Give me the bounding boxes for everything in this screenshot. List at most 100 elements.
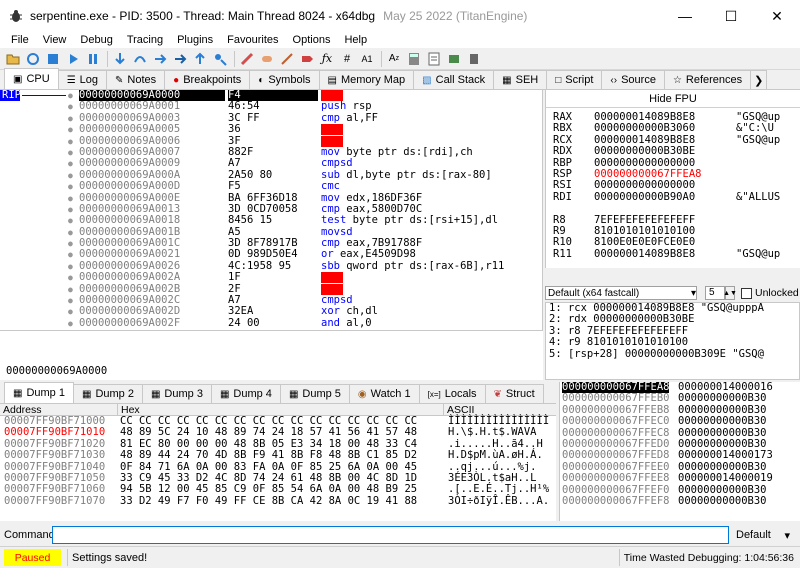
disassembly-view[interactable]: RIP ● 00000000069A0000 F4 ● 00000000069A0001 4… [0, 90, 543, 330]
breakpoint-dot-icon[interactable]: ● [68, 318, 76, 329]
breakpoint-dot-icon[interactable]: ● [68, 306, 76, 317]
execute-till-return-icon[interactable] [191, 50, 209, 68]
breakpoint-dot-icon[interactable]: ● [68, 113, 76, 124]
tab-locals[interactable]: [x=] Locals [418, 384, 486, 403]
tab-struct[interactable]: ❦ Struct [484, 384, 544, 403]
open-icon[interactable] [4, 50, 22, 68]
tab-seh[interactable]: ▦ SEH [493, 70, 548, 89]
tab-call-stack[interactable]: ▧ Call Stack [413, 70, 495, 89]
register-row[interactable]: R11 000000014089B8E8 "GSQ@up [546, 248, 800, 260]
stack-row[interactable]: 000000000067FFEC0 00000000000B30 [560, 415, 800, 427]
breakpoint-dot-icon[interactable]: ● [68, 158, 76, 169]
menu-favourites[interactable]: Favourites [220, 34, 285, 46]
tab-source[interactable]: ‹› Source [601, 70, 665, 89]
restart-icon[interactable] [24, 50, 42, 68]
menu-debug[interactable]: Debug [73, 34, 119, 46]
settings-icon[interactable] [445, 50, 463, 68]
tab-dump-3[interactable]: ▦ Dump 3 [141, 384, 212, 403]
label-icon[interactable] [298, 50, 316, 68]
breakpoint-dot-icon[interactable]: ● [68, 295, 76, 306]
tab-dump-4[interactable]: ▦ Dump 4 [210, 384, 281, 403]
disasm-row[interactable]: ● 00000000069A0018 8456 15 test byte ptr ds… [0, 214, 542, 226]
breakpoint-dot-icon[interactable]: ● [68, 136, 76, 147]
breakpoint-dot-icon[interactable]: ● [68, 124, 76, 135]
run-to-user-code-icon[interactable] [211, 50, 229, 68]
notes-toolbar-icon[interactable] [425, 50, 443, 68]
font-icon[interactable]: Az [385, 50, 403, 68]
close-debuggee-icon[interactable] [44, 50, 62, 68]
dump-row[interactable]: 00007FF90BF71070 33 D2 49 F7 F0 49 FF CE … [0, 495, 556, 507]
tab-breakpoints[interactable]: ● Breakpoints [164, 70, 251, 89]
tab-watch-1[interactable]: ◉ Watch 1 [348, 384, 420, 403]
breakpoint-dot-icon[interactable]: ● [68, 272, 76, 283]
breakpoint-dot-icon[interactable]: ● [68, 193, 76, 204]
breakpoint-dot-icon[interactable]: ● [68, 147, 76, 158]
tab-notes[interactable]: ✎ Notes [106, 70, 166, 89]
pause-icon[interactable] [84, 50, 102, 68]
tab-scroll-right[interactable]: ❯ [750, 70, 768, 89]
register-row[interactable] [546, 203, 800, 214]
tab-cpu[interactable]: ▣ CPU [4, 68, 59, 89]
disasm-row[interactable]: ● 00000000069A0005 36 [0, 123, 542, 136]
breakpoint-dot-icon[interactable]: ● [68, 204, 76, 215]
disasm-row[interactable]: ● 00000000069A002A 1F [0, 271, 542, 284]
close-button[interactable]: ✕ [754, 0, 800, 32]
tab-memory-map[interactable]: ▤ Memory Map [318, 70, 415, 89]
breakpoint-dot-icon[interactable]: ● [68, 215, 76, 226]
tab-dump-2[interactable]: ▦ Dump 2 [72, 384, 143, 403]
breakpoint-dot-icon[interactable]: ● [68, 261, 76, 272]
breakpoint-dot-icon[interactable]: ● [68, 249, 76, 260]
comment-icon[interactable] [278, 50, 296, 68]
breakpoint-dot-icon[interactable]: ● [68, 90, 76, 101]
command-mode-select[interactable]: Default ▾ [733, 526, 793, 544]
device-icon[interactable] [465, 50, 483, 68]
step-over-icon[interactable] [131, 50, 149, 68]
breakpoint-dot-icon[interactable]: ● [68, 101, 76, 112]
breakpoint-dot-icon[interactable]: ● [68, 170, 76, 181]
step-into-icon[interactable] [111, 50, 129, 68]
stack-row[interactable]: 000000000067FFEF8 00000000000B30 [560, 495, 800, 507]
arg-count-input[interactable]: 5 [705, 286, 725, 300]
trace-into-icon[interactable] [151, 50, 169, 68]
tab-dump-5[interactable]: ▦ Dump 5 [279, 384, 350, 403]
tab-symbols[interactable]: ◐ Symbols [249, 70, 320, 89]
menu-tracing[interactable]: Tracing [120, 34, 170, 46]
tab-dump-1[interactable]: ▦ Dump 1 [4, 382, 74, 403]
arguments-panel[interactable]: 1: rcx 000000014089B8E8 "GSQ@upppA 2: rdx… [545, 302, 800, 380]
breakpoint-dot-icon[interactable]: ● [68, 238, 76, 249]
menu-file[interactable]: File [4, 34, 36, 46]
tab-log[interactable]: ☰ Log [57, 70, 108, 89]
dump-view[interactable]: Address Hex ASCII 00007FF90BF71000 CC CC … [0, 404, 556, 521]
maximize-button[interactable]: ☐ [708, 0, 754, 32]
tab-script[interactable]: □ Script [546, 70, 603, 89]
register-row[interactable]: RDX 00000000000B30BE [546, 145, 800, 157]
function-icon[interactable]: ƒx [318, 50, 336, 68]
command-input[interactable] [52, 526, 729, 544]
unlocked-checkbox[interactable] [741, 287, 752, 299]
menu-view[interactable]: View [36, 34, 74, 46]
scylla-icon[interactable] [238, 50, 256, 68]
dump-row[interactable]: 00007FF90BF71030 48 89 44 24 70 4D 8B F9 … [0, 449, 556, 461]
run-icon[interactable] [64, 50, 82, 68]
register-row[interactable]: R10 8100E0E0E0FCE0E0 [546, 236, 800, 248]
menu-plugins[interactable]: Plugins [170, 34, 220, 46]
menu-help[interactable]: Help [337, 34, 374, 46]
hash-icon[interactable]: # [338, 50, 356, 68]
hide-fpu-button[interactable]: Hide FPU [546, 90, 800, 108]
trace-over-icon[interactable] [171, 50, 189, 68]
calling-convention-select[interactable]: Default (x64 fastcall) ▾ [545, 286, 697, 300]
tab-references[interactable]: ☆ References [663, 70, 752, 89]
minimize-button[interactable]: — [662, 0, 708, 32]
calculator-icon[interactable] [405, 50, 423, 68]
dollar-icon[interactable]: A1 [358, 50, 376, 68]
arg-count-stepper[interactable]: ▲▼ [723, 286, 737, 300]
register-row[interactable]: RDI 00000000000B90A0 &"ALLUS [546, 191, 800, 203]
patch-icon[interactable] [258, 50, 276, 68]
breakpoint-dot-icon[interactable]: ● [68, 181, 76, 192]
stack-view[interactable]: 000000000067FFEA8 000000014000016 00000000… [559, 382, 800, 521]
stack-row[interactable]: 000000000067FFEE8 000000014000019 [560, 472, 800, 484]
disasm-row[interactable]: ● 00000000069A000D F5 cmc [0, 180, 542, 192]
breakpoint-dot-icon[interactable]: ● [68, 227, 76, 238]
breakpoint-dot-icon[interactable]: ● [68, 284, 76, 295]
disasm-row[interactable]: ● 00000000069A002F 24 00 and al,0 [0, 317, 542, 329]
